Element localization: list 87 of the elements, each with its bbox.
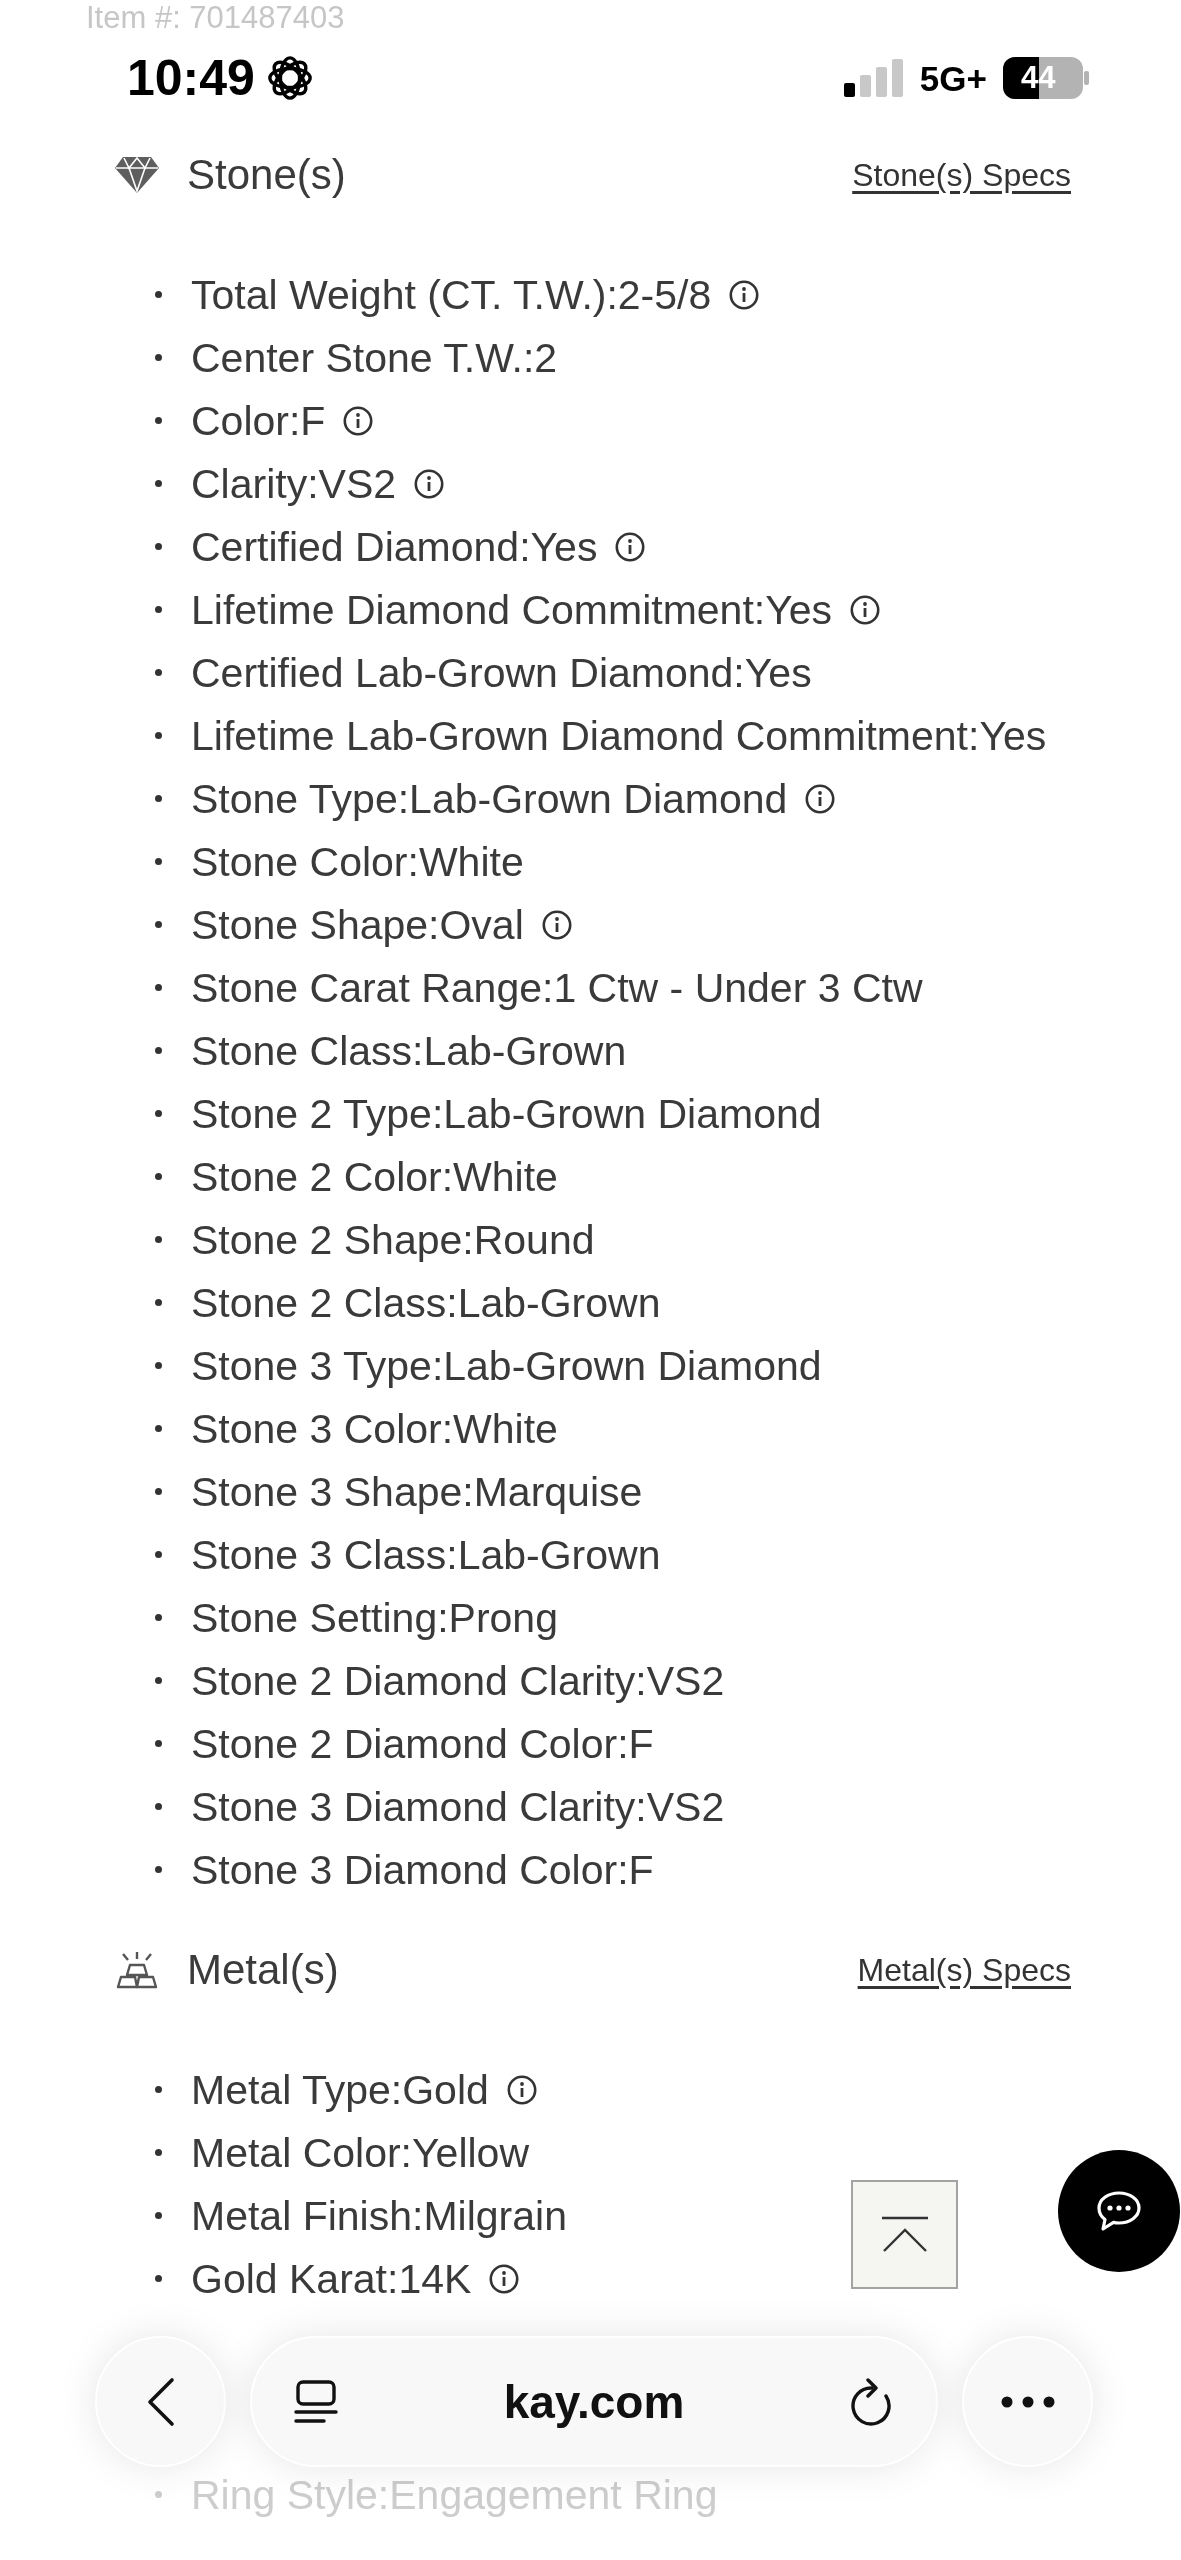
bullet-icon xyxy=(155,1677,162,1684)
reload-icon[interactable] xyxy=(850,2377,894,2426)
info-icon[interactable] xyxy=(729,279,760,310)
spec-item: Stone 3 Shape:Marquise xyxy=(191,1467,643,1517)
spec-item: Stone 3 Diamond Clarity:VS2 xyxy=(191,1782,725,1832)
address-bar[interactable]: kay.com xyxy=(250,2336,938,2467)
bullet-icon xyxy=(155,2149,162,2156)
bullet-icon xyxy=(155,2491,162,2498)
bullet-icon xyxy=(155,1866,162,1873)
more-dots-icon xyxy=(1000,2395,1055,2408)
signal-icon xyxy=(843,59,904,97)
spec-item: Color:F xyxy=(191,396,326,446)
bullet-icon xyxy=(155,1803,162,1810)
spec-item: Certified Lab-Grown Diamond:Yes xyxy=(191,648,812,698)
spec-item: Gold Karat:14K xyxy=(191,2254,472,2304)
bullet-icon xyxy=(155,543,162,550)
spec-item: Stone Setting:Prong xyxy=(191,1593,558,1643)
page-menu-icon[interactable] xyxy=(294,2379,338,2424)
info-icon[interactable] xyxy=(343,405,374,436)
specs-link[interactable]: Stone(s) Specs xyxy=(852,159,1071,191)
status-time: 10:49 xyxy=(127,53,255,103)
spec-item: Stone 2 Class:Lab-Grown xyxy=(191,1278,661,1328)
spec-item: Stone Carat Range:1 Ctw - Under 3 Ctw xyxy=(191,963,923,1013)
bullet-icon xyxy=(155,1236,162,1243)
spec-item: Stone Shape:Oval xyxy=(191,900,524,950)
bullet-icon xyxy=(155,669,162,676)
spec-item: Center Stone T.W.:2 xyxy=(191,333,558,383)
bullet-icon xyxy=(155,1299,162,1306)
spec-item: Stone 2 Diamond Color:F xyxy=(191,1719,654,1769)
bullet-icon xyxy=(155,606,162,613)
bullet-icon xyxy=(155,795,162,802)
info-icon[interactable] xyxy=(615,531,646,562)
flower-icon xyxy=(266,55,313,101)
bullet-icon xyxy=(155,1551,162,1558)
spec-item: Metal Finish:Milgrain xyxy=(191,2191,567,2241)
gem-icon xyxy=(113,155,161,195)
spec-item: Stone Type:Lab-Grown Diamond xyxy=(191,774,788,824)
bullet-icon xyxy=(155,1173,162,1180)
bullet-icon xyxy=(155,2275,162,2282)
bullet-icon xyxy=(155,480,162,487)
info-icon[interactable] xyxy=(805,783,836,814)
info-icon[interactable] xyxy=(541,909,572,940)
spec-item: Certified Diamond:Yes xyxy=(191,522,598,572)
section-title: Metal(s) xyxy=(187,1949,339,1991)
spec-item: Stone 2 Type:Lab-Grown Diamond xyxy=(191,1089,822,1139)
info-icon[interactable] xyxy=(506,2074,537,2105)
bullet-icon xyxy=(155,1740,162,1747)
item-number: Item #: 701487403 xyxy=(86,0,346,36)
section-title: Stone(s) xyxy=(187,154,346,196)
chevron-left-icon xyxy=(146,2376,175,2427)
spec-item: Clarity:VS2 xyxy=(191,459,397,509)
spec-item: Stone 2 Shape:Round xyxy=(191,1215,595,1265)
spec-item: Lifetime Lab-Grown Diamond Commitment:Yes xyxy=(191,711,1047,761)
bullet-icon xyxy=(155,732,162,739)
bullet-icon xyxy=(155,417,162,424)
bullet-icon xyxy=(155,921,162,928)
spec-item: Stone Color:White xyxy=(191,837,524,887)
bullet-icon xyxy=(155,354,162,361)
info-icon[interactable] xyxy=(489,2263,520,2294)
info-icon[interactable] xyxy=(850,594,881,625)
spec-item: Metal Color:Yellow xyxy=(191,2128,530,2178)
spec-item: Total Weight (CT. T.W.):2-5/8 xyxy=(191,270,712,320)
bullet-icon xyxy=(155,1488,162,1495)
spec-item: Stone 3 Color:White xyxy=(191,1404,558,1454)
bullet-icon xyxy=(155,1047,162,1054)
scroll-up-icon xyxy=(879,2215,930,2254)
spec-item: Stone 3 Type:Lab-Grown Diamond xyxy=(191,1341,822,1391)
spec-item: Stone 3 Class:Lab-Grown xyxy=(191,1530,661,1580)
bullet-icon xyxy=(155,984,162,991)
spec-item: Stone 2 Color:White xyxy=(191,1152,558,1202)
spec-item: Metal Type:Gold xyxy=(191,2065,489,2115)
bullet-icon xyxy=(155,1614,162,1621)
bullet-icon xyxy=(155,1362,162,1369)
spec-item: Stone 3 Diamond Color:F xyxy=(191,1845,654,1895)
specs-link[interactable]: Metal(s) Specs xyxy=(857,1954,1071,1986)
info-icon[interactable] xyxy=(414,468,445,499)
bullet-icon xyxy=(155,1425,162,1432)
bullet-icon xyxy=(155,858,162,865)
spec-item: Stone Class:Lab-Grown xyxy=(191,1026,627,1076)
bullet-icon xyxy=(155,2086,162,2093)
bullet-icon xyxy=(155,1110,162,1117)
bullet-icon xyxy=(155,2212,162,2219)
network-type: 5G+ xyxy=(919,60,987,96)
bullet-icon xyxy=(155,291,162,298)
spec-item: Stone 2 Diamond Clarity:VS2 xyxy=(191,1656,725,1706)
chat-bubble-icon xyxy=(1096,2190,1142,2232)
spec-item: Lifetime Diamond Commitment:Yes xyxy=(191,585,833,635)
